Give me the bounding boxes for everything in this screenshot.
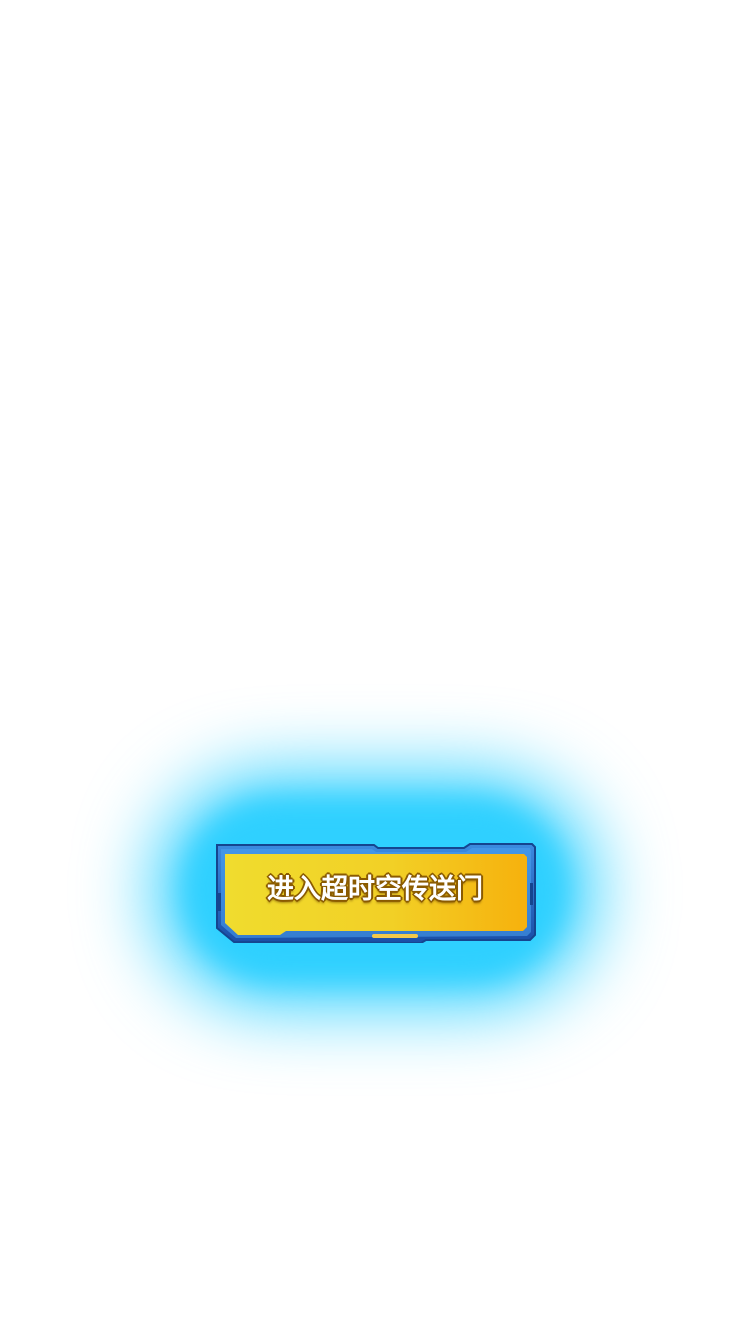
enter-portal-button[interactable]: 进入超时空传送门 (214, 843, 536, 943)
game-screen: 进入超时空传送门 (0, 0, 750, 1334)
enter-portal-label: 进入超时空传送门 (267, 874, 483, 905)
